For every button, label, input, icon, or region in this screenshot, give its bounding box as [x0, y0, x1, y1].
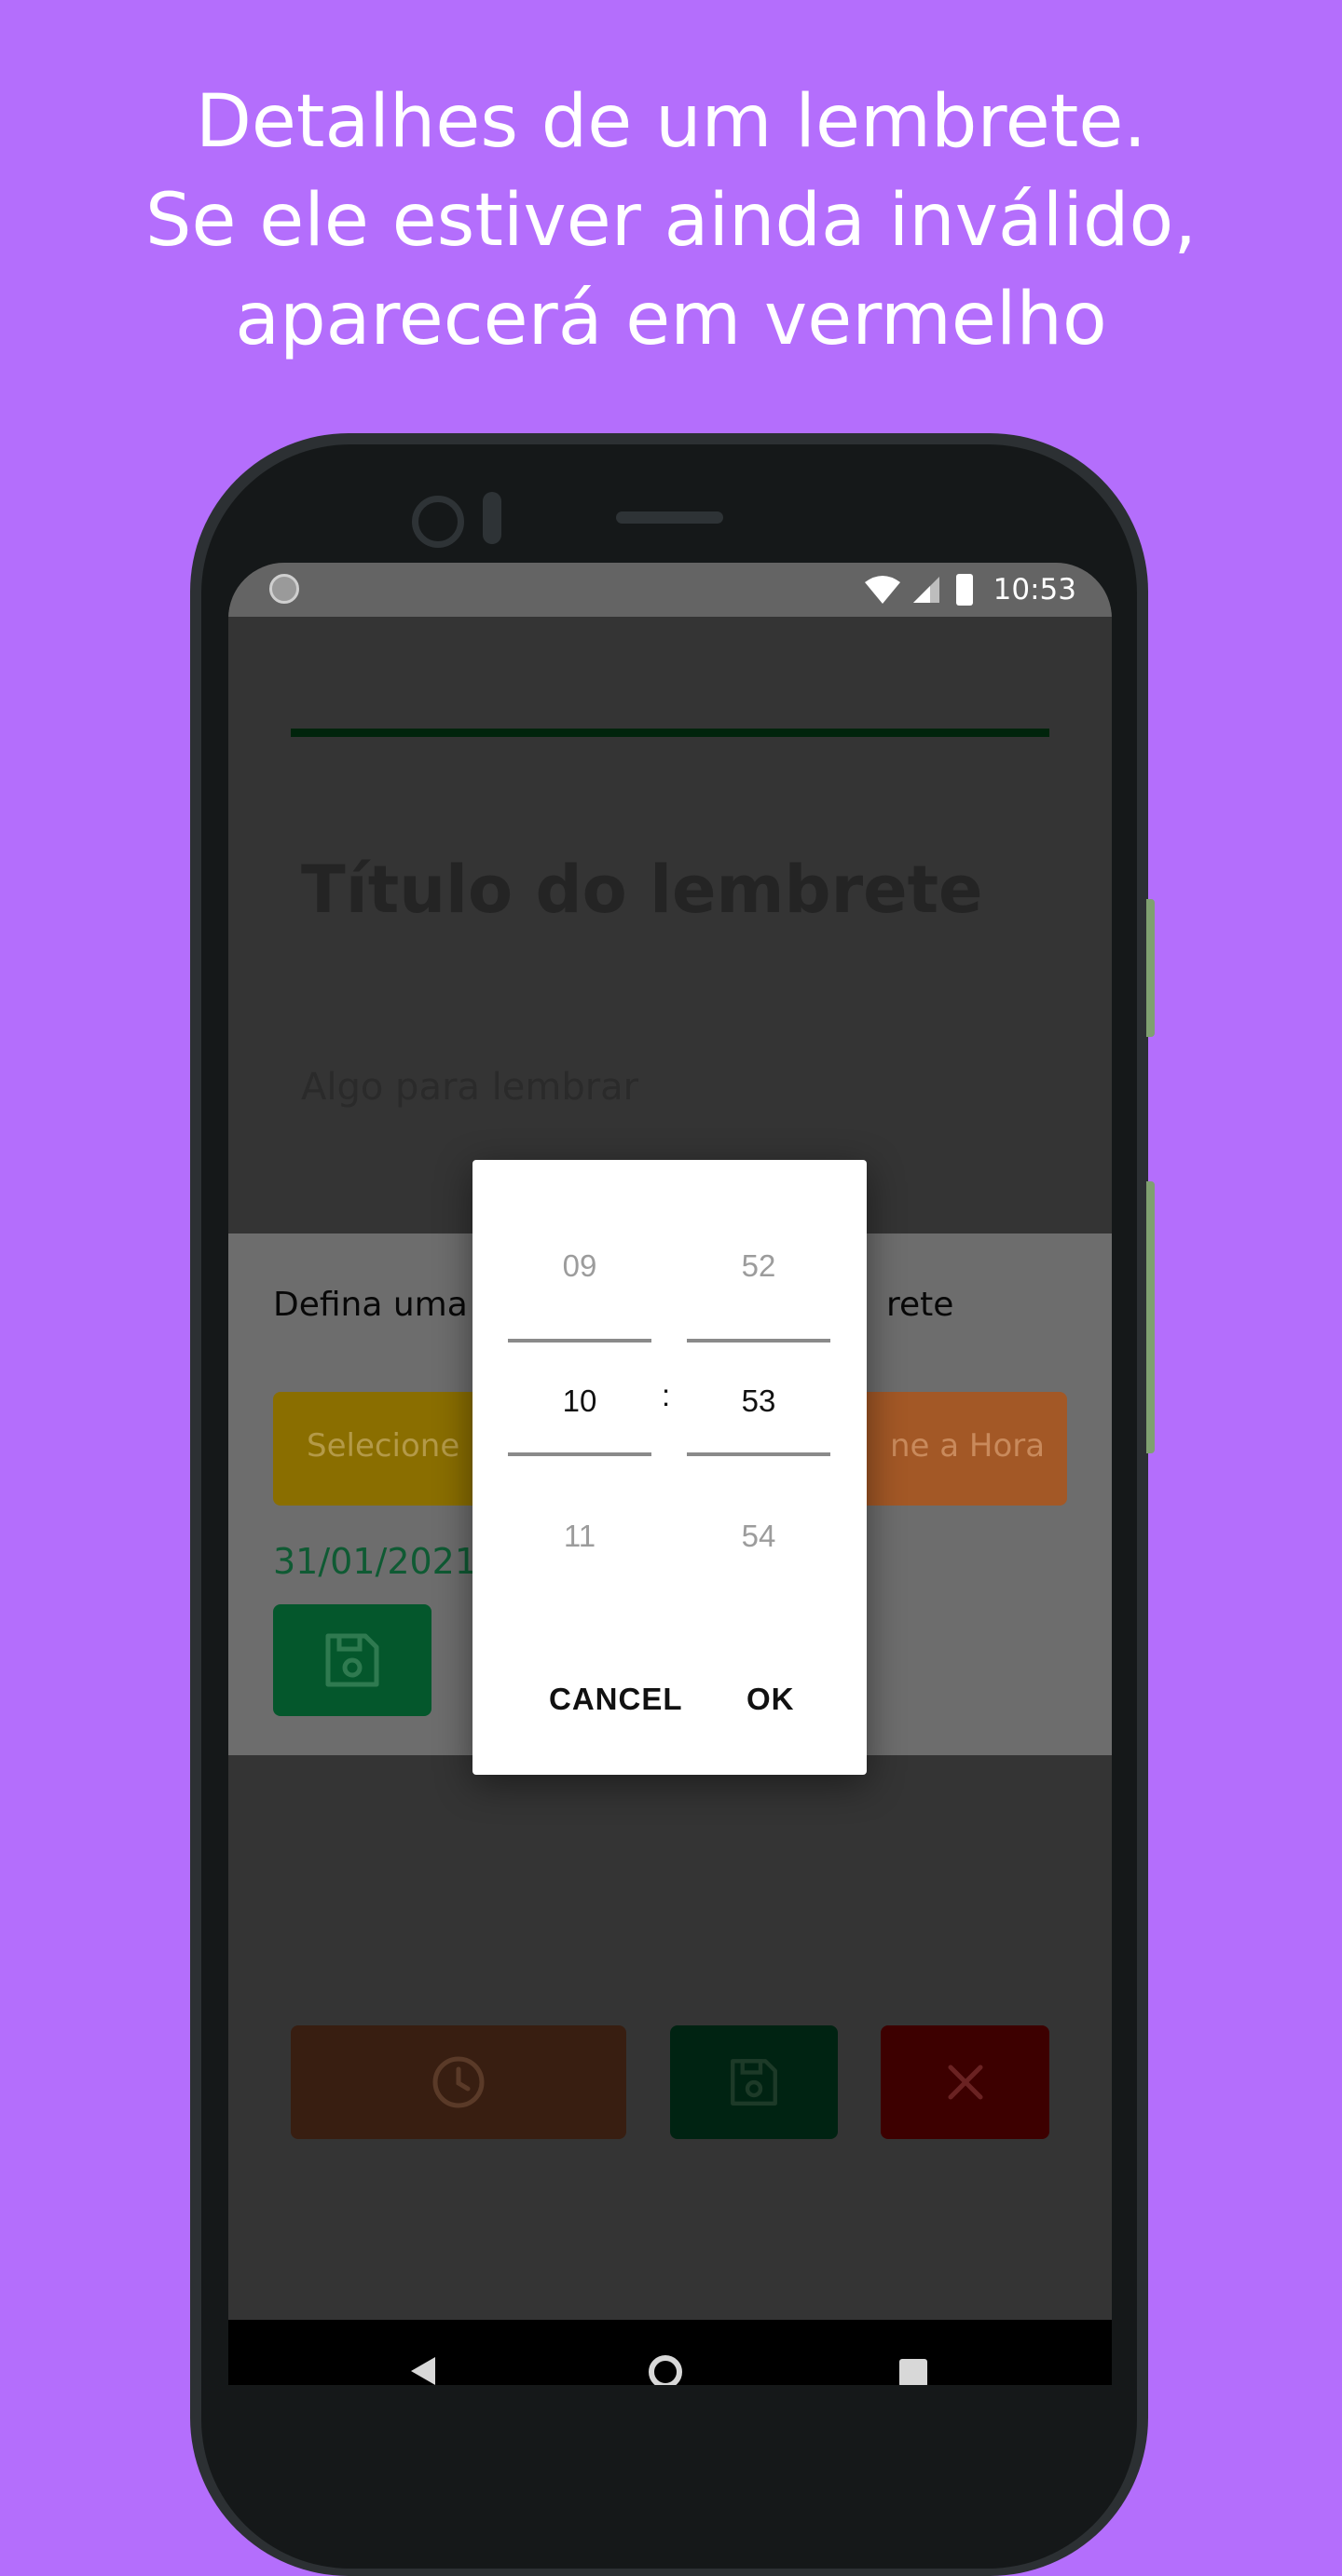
- status-icons: 10:53: [863, 563, 1076, 617]
- hour-divider-bottom: [508, 1452, 651, 1456]
- hour-divider-top: [508, 1339, 651, 1343]
- proximity-sensor: [483, 492, 501, 544]
- status-bar: 10:53: [228, 563, 1112, 617]
- save-reminder-button[interactable]: [670, 2025, 838, 2139]
- headline-line-2: Se ele estiver ainda inválido,: [144, 179, 1198, 263]
- power-button: [1146, 1181, 1155, 1453]
- minute-next[interactable]: 54: [687, 1519, 830, 1554]
- headline-line-1: Detalhes de um lembrete.: [195, 80, 1147, 164]
- hour-selected[interactable]: 10: [508, 1383, 651, 1419]
- minute-previous[interactable]: 52: [687, 1248, 830, 1284]
- sheet-prompt-start: Defina uma: [273, 1286, 468, 1324]
- earpiece-speaker: [616, 511, 723, 524]
- front-camera: [412, 496, 464, 548]
- reminder-title-input[interactable]: Título do lembrete: [301, 852, 983, 928]
- headline-line-3: aparecerá em vermelho: [235, 278, 1107, 361]
- cancel-button[interactable]: CANCEL: [549, 1682, 683, 1717]
- promo-headline: Detalhes de um lembrete. Se ele estiver …: [0, 73, 1342, 369]
- header-accent-line: [291, 729, 1049, 737]
- signal-icon: [912, 577, 939, 603]
- ok-button[interactable]: OK: [746, 1682, 795, 1717]
- selected-date: 31/01/2021: [273, 1541, 478, 1582]
- back-icon[interactable]: [411, 2357, 435, 2385]
- sheet-prompt-end: rete: [886, 1286, 954, 1324]
- floppy-disk-icon: [325, 1633, 379, 1687]
- minute-divider-top: [687, 1339, 830, 1343]
- time-picker-dialog: 09 10 11 : 52 53 54 CANCEL OK: [472, 1160, 867, 1775]
- status-time: 10:53: [993, 573, 1076, 607]
- reminder-body-input[interactable]: Algo para lembrar: [301, 1066, 638, 1109]
- clock-icon: [432, 2056, 485, 2108]
- minute-selected[interactable]: 53: [687, 1383, 830, 1419]
- volume-button: [1146, 899, 1155, 1037]
- time-separator: :: [662, 1378, 671, 1412]
- navigation-bar: [228, 2320, 1112, 2385]
- hour-previous[interactable]: 09: [508, 1248, 651, 1284]
- save-schedule-button[interactable]: [273, 1604, 431, 1716]
- save-icon: [731, 2059, 777, 2106]
- delete-reminder-button[interactable]: [881, 2025, 1049, 2139]
- close-icon: [948, 2065, 982, 2100]
- select-time-label: ne a Hora: [890, 1427, 1046, 1465]
- recents-icon[interactable]: [899, 2359, 927, 2385]
- battery-icon: [955, 574, 973, 606]
- sync-icon: [269, 574, 299, 604]
- schedule-button[interactable]: [291, 2025, 626, 2139]
- home-icon[interactable]: [649, 2355, 682, 2385]
- wifi-icon: [864, 576, 900, 604]
- hour-next[interactable]: 11: [508, 1519, 651, 1554]
- select-date-label: Selecione u: [307, 1427, 490, 1465]
- minute-divider-bottom: [687, 1452, 830, 1456]
